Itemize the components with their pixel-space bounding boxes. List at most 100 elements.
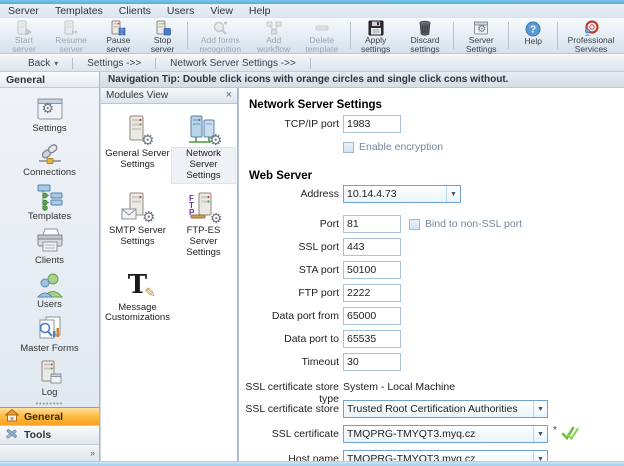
port-input[interactable] [343, 215, 401, 233]
apply-settings-button[interactable]: Apply settings [352, 19, 399, 52]
menu-templates[interactable]: Templates [55, 5, 103, 17]
host-name-combobox[interactable]: TMQPRG-TMYQT3.myq.cz ▼ [343, 450, 548, 461]
pause-server-button[interactable]: Pause server [96, 19, 140, 52]
users-icon [34, 269, 66, 300]
chevron-down-icon: ▼ [533, 401, 547, 417]
add-workflow-button[interactable]: Add workflow [251, 19, 296, 52]
professional-services-button[interactable]: Professional Services [560, 19, 622, 52]
discard-settings-icon [416, 20, 434, 36]
stop-server-button[interactable]: Stop server [141, 19, 185, 52]
start-server-icon [15, 20, 33, 36]
bind-non-ssl-checkbox[interactable] [409, 219, 420, 230]
resume-server-icon [62, 20, 80, 36]
sidebar-item-settings[interactable]: ⚙ Settings [4, 93, 96, 137]
ssl-certificate-row: SSL certificate TMQPRG-TMYQT3.myq.cz ▼ * [239, 425, 624, 443]
tcp-port-input[interactable] [343, 115, 401, 133]
ftp-port-row: FTP port [239, 284, 624, 302]
toolbar-separator [350, 22, 351, 49]
message-customizations-icon: T ✎ [118, 268, 156, 302]
chevron-down-icon: ▾ [54, 59, 58, 68]
back-button[interactable]: Back▾ [14, 57, 72, 70]
module-message-customizations[interactable]: T ✎ Message Customizations [103, 268, 172, 326]
help-button[interactable]: ? Help [511, 19, 555, 52]
start-server-button[interactable]: Start server [2, 19, 46, 52]
server-settings-button[interactable]: ⚙ Server Settings [456, 19, 507, 52]
sidebar-collapse-area: » [0, 444, 99, 461]
close-icon[interactable]: × [226, 90, 232, 101]
sidebar-item-users[interactable]: Users [4, 269, 96, 313]
sidebar-item-templates[interactable]: Templates [4, 181, 96, 225]
module-ftp-es-server-settings[interactable]: FTP ⚙ FTP-ES Server Settings [172, 191, 235, 260]
apply-settings-icon [367, 20, 385, 36]
address-row: Address 10.14.4.73 ▼ [239, 185, 624, 203]
configure-buttons-chevron-icon[interactable]: » [90, 448, 95, 458]
resume-server-button[interactable]: Resume server [46, 19, 96, 52]
discard-settings-button[interactable]: Discard settings [399, 19, 451, 52]
general-server-settings-icon: ⚙ [118, 114, 156, 148]
module-general-server-settings[interactable]: ⚙ General Server Settings [103, 114, 172, 183]
sidebar: ⚙ Settings Connections Templates [0, 88, 100, 461]
sidebar-item-master-forms[interactable]: Master Forms [4, 313, 96, 357]
breadcrumb-separator [310, 58, 311, 69]
subheader-row: General Navigation Tip: Double click ico… [0, 72, 624, 88]
address-combobox[interactable]: 10.14.4.73 ▼ [343, 185, 461, 203]
chevron-down-icon: ▼ [533, 451, 547, 461]
ftp-port-input[interactable] [343, 284, 401, 302]
pencil-icon: ✎ [145, 285, 156, 301]
menu-bar: Server Templates Clients Users View Help [0, 4, 624, 18]
module-smtp-server-settings[interactable]: ⚙ SMTP Server Settings [103, 191, 172, 260]
module-network-server-settings[interactable]: ⚙ Network Server Settings [172, 114, 235, 183]
home-icon [5, 409, 19, 425]
delete-template-button[interactable]: Delete template [296, 19, 348, 52]
ssl-certificate-store-combobox[interactable]: Trusted Root Certification Authorities ▼ [343, 400, 548, 418]
menu-users[interactable]: Users [167, 5, 194, 17]
toolbar-separator [508, 22, 509, 49]
timeout-row: Timeout [239, 353, 624, 371]
svg-text:P: P [189, 208, 195, 217]
ssl-certificate-required-asterisk: * [553, 425, 557, 436]
modules-grid: ⚙ General Server Settings ⚙ Network Serv… [101, 104, 237, 325]
ssl-port-input[interactable] [343, 238, 401, 256]
sta-port-input[interactable] [343, 261, 401, 279]
status-bar [0, 461, 624, 466]
sidebar-section-tools[interactable]: Tools [0, 425, 99, 443]
data-port-from-input[interactable] [343, 307, 401, 325]
ssl-port-row: SSL port [239, 238, 624, 256]
smtp-server-settings-icon: ⚙ [118, 191, 156, 225]
section-heading-web-server: Web Server [249, 170, 312, 182]
tcp-port-row: TCP/IP port [239, 115, 624, 133]
chevron-down-icon: ▼ [533, 426, 547, 442]
sidebar-item-log[interactable]: Log [4, 357, 96, 401]
sidebar-item-clients[interactable]: Clients [4, 225, 96, 269]
cert-store-type-row: SSL certificate store type System - Loca… [239, 378, 624, 396]
timeout-input[interactable] [343, 353, 401, 371]
add-forms-recognition-button[interactable]: Add forms recognition [189, 19, 251, 52]
ftp-es-server-settings-icon: FTP ⚙ [184, 191, 222, 225]
toolbar-separator [453, 22, 454, 49]
menu-view[interactable]: View [210, 5, 233, 17]
data-port-from-row: Data port from [239, 307, 624, 325]
certificate-valid-check-icon [561, 426, 579, 444]
sidebar-section-general[interactable]: General [0, 407, 99, 425]
enable-encryption-checkline: Enable encryption [343, 141, 443, 153]
menu-clients[interactable]: Clients [119, 5, 151, 17]
section-heading-network-server-settings: Network Server Settings [249, 99, 382, 111]
cert-store-row: SSL certificate store Trusted Root Certi… [239, 400, 624, 418]
svg-text:?: ? [530, 24, 536, 35]
sidebar-item-connections[interactable]: Connections [4, 137, 96, 181]
main-toolbar: Start server Resume server Pause server … [0, 18, 624, 54]
pause-server-icon [109, 20, 127, 36]
breadcrumb-settings[interactable]: Settings ->> [73, 57, 155, 70]
network-server-settings-icon: ⚙ [184, 114, 222, 148]
log-icon [34, 357, 66, 388]
menu-server[interactable]: Server [8, 5, 39, 17]
port-row: Port Bind to non-SSL port [239, 215, 624, 233]
ssl-certificate-combobox[interactable]: TMQPRG-TMYQT3.myq.cz ▼ [343, 425, 548, 443]
menu-help[interactable]: Help [249, 5, 271, 17]
modules-view-title: Modules View [106, 90, 226, 101]
data-port-to-input[interactable] [343, 330, 401, 348]
toolbar-separator [187, 22, 188, 49]
breadcrumb-network-server-settings[interactable]: Network Server Settings ->> [156, 57, 310, 70]
delete-template-icon [313, 20, 331, 36]
enable-encryption-checkbox[interactable] [343, 142, 354, 153]
